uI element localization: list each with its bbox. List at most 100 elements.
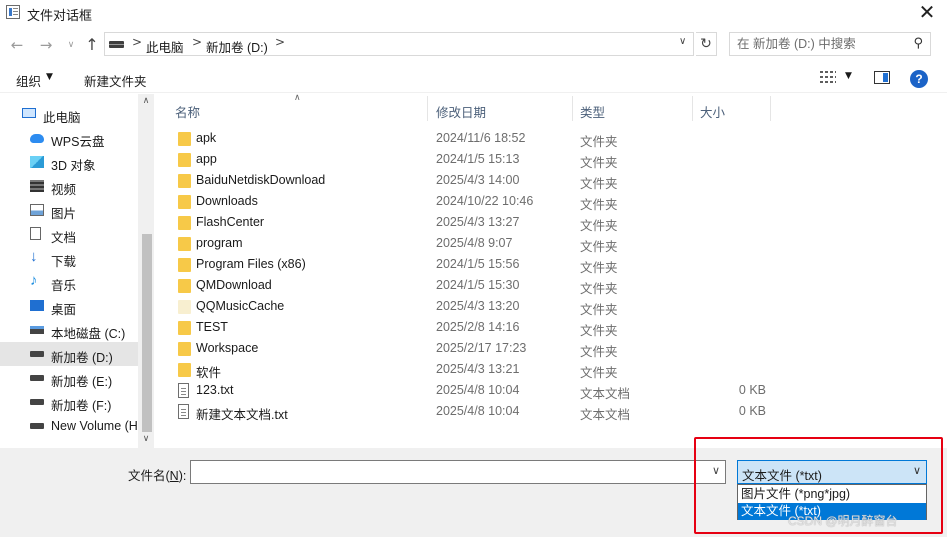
sidebar-item[interactable]: New Volume (H [0,414,140,438]
scroll-down-arrow-icon[interactable]: ∨ [138,434,154,444]
up-arrow-icon[interactable]: ↑ [83,36,101,54]
sidebar-item[interactable]: ♪ 音乐 [0,270,140,294]
filename-combobox[interactable]: ∨ [190,460,726,484]
sidebar-item-label: 桌面 [51,303,77,317]
column-divider[interactable] [427,96,428,121]
scrollbar-thumb[interactable] [142,234,152,432]
column-header-type[interactable]: 类型 [580,102,605,121]
file-modified-date: 2025/2/17 17:23 [436,341,527,355]
folder-icon [178,195,191,209]
filename-input[interactable] [195,464,695,478]
breadcrumb-chevron-icon[interactable]: > [132,35,142,49]
sidebar-item[interactable]: 新加卷 (D:) [0,342,140,366]
file-modified-date: 2025/4/3 13:27 [436,215,520,229]
file-name: apk [196,131,217,145]
view-options-caret-icon[interactable]: ▼ [845,71,852,81]
sidebar-item[interactable]: 此电脑 [0,102,140,126]
folder-icon [178,216,191,230]
preview-pane-icon[interactable] [874,71,890,84]
forward-arrow-icon[interactable]: → [37,36,55,54]
file-name: app [196,152,217,166]
file-modified-date: 2025/4/3 13:21 [436,362,520,376]
sidebar-item-label: 下载 [51,255,77,269]
organize-button[interactable]: 组织 [16,71,41,90]
file-row[interactable]: Program Files (x86) 2024/1/5 15:56 文件夹 [158,254,947,275]
sidebar-item[interactable]: WPS云盘 [0,126,140,150]
sidebar-item[interactable]: 视频 [0,174,140,198]
file-modified-date: 2024/1/5 15:56 [436,257,520,271]
file-row[interactable]: apk 2024/11/6 18:52 文件夹 [158,128,947,149]
recent-locations-chevron-icon[interactable]: ∨ [62,36,80,54]
search-input[interactable] [737,37,907,51]
scroll-up-arrow-icon[interactable]: ∧ [138,96,154,106]
new-folder-button[interactable]: 新建文件夹 [84,71,147,90]
sidebar-item[interactable]: 桌面 [0,294,140,318]
file-name: Workspace [196,341,259,355]
sidebar-item-label: 3D 对象 [51,159,96,173]
file-type: 文件夹 [580,324,618,338]
column-divider[interactable] [770,96,771,121]
search-icon[interactable]: ⚲ [913,36,923,51]
folder-icon [178,174,191,188]
sidebar-item[interactable]: 3D 对象 [0,150,140,174]
file-name: 软件 [196,366,222,380]
sidebar-item-label: 此电脑 [43,111,81,125]
sidebar-item-label: 新加卷 (D:) [51,351,113,365]
help-icon[interactable]: ? [910,70,928,88]
file-modified-date: 2025/4/3 14:00 [436,173,520,187]
breadcrumb-this-pc[interactable]: 此电脑 [146,37,184,56]
sidebar-item[interactable]: 图片 [0,198,140,222]
file-type: 文件夹 [580,303,618,317]
breadcrumb-chevron-icon[interactable]: > [192,35,202,49]
sidebar-item-label: 新加卷 (E:) [51,375,113,389]
navigation-pane-scrollbar[interactable]: ∧ ∨ [138,94,154,448]
organize-caret-icon[interactable]: ▼ [46,72,53,82]
search-box[interactable]: ⚲ [729,32,931,56]
file-row[interactable]: 123.txt 2025/4/8 10:04 文本文档 0 KB [158,380,947,401]
file-row[interactable]: TEST 2025/2/8 14:16 文件夹 [158,317,947,338]
filename-label: 文件名(N): [128,469,187,483]
file-type: 文件夹 [580,366,618,380]
address-bar[interactable]: > 此电脑 > 新加卷 (D:) > ∨ [104,32,694,56]
file-row[interactable]: 软件 2025/4/3 13:21 文件夹 [158,359,947,380]
file-row[interactable]: QMDownload 2024/1/5 15:30 文件夹 [158,275,947,296]
file-row[interactable]: program 2025/4/8 9:07 文件夹 [158,233,947,254]
sidebar-item-label: 视频 [51,183,77,197]
sidebar-item-label: WPS云盘 [51,135,105,149]
drive-icon [30,375,44,381]
file-row[interactable]: 新建文本文档.txt 2025/4/8 10:04 文本文档 0 KB [158,401,947,422]
column-header-name[interactable]: 名称 [175,102,200,121]
folder-icon [178,300,191,314]
sidebar-item[interactable]: 新加卷 (F:) [0,390,140,414]
column-header-date[interactable]: 修改日期 [436,102,486,121]
file-modified-date: 2025/4/3 13:20 [436,299,520,313]
file-row[interactable]: Downloads 2024/10/22 10:46 文件夹 [158,191,947,212]
file-row[interactable]: BaiduNetdiskDownload 2025/4/3 14:00 文件夹 [158,170,947,191]
breadcrumb-chevron-icon[interactable]: > [275,35,285,49]
file-row[interactable]: app 2024/1/5 15:13 文件夹 [158,149,947,170]
file-name: QQMusicCache [196,299,285,313]
system-drive-icon [30,326,44,334]
file-modified-date: 2025/2/8 14:16 [436,320,520,334]
file-row[interactable]: FlashCenter 2025/4/3 13:27 文件夹 [158,212,947,233]
refresh-icon[interactable]: ↻ [696,32,717,56]
file-row[interactable]: QQMusicCache 2025/4/3 13:20 文件夹 [158,296,947,317]
file-modified-date: 2025/4/8 10:04 [436,383,520,397]
column-divider[interactable] [572,96,573,121]
sidebar-item[interactable]: 本地磁盘 (C:) [0,318,140,342]
back-arrow-icon[interactable]: ← [8,36,26,54]
breadcrumb-drive-d[interactable]: 新加卷 (D:) [206,37,268,56]
column-header-size[interactable]: 大小 [700,102,725,121]
file-name: FlashCenter [196,215,265,229]
watermark: CSDN @明月醉窗台 [788,514,898,528]
view-options-icon[interactable] [820,71,836,83]
sidebar-item[interactable]: ↓ 下载 [0,246,140,270]
document-icon [30,227,41,240]
sidebar-item[interactable]: 文档 [0,222,140,246]
address-dropdown-chevron-icon[interactable]: ∨ [679,36,686,47]
close-button[interactable]: ✕ [913,1,941,25]
cube-icon [30,156,44,168]
sidebar-item[interactable]: 新加卷 (E:) [0,366,140,390]
file-row[interactable]: Workspace 2025/2/17 17:23 文件夹 [158,338,947,359]
column-divider[interactable] [692,96,693,121]
